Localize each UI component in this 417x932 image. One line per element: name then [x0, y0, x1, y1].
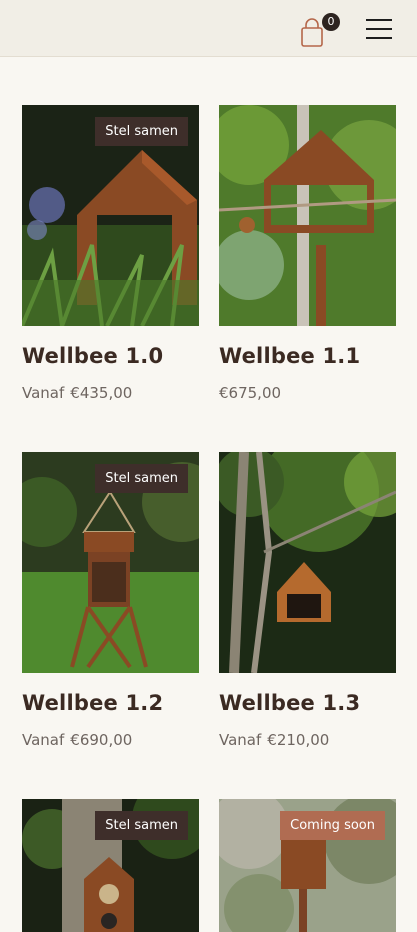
product-photo [219, 105, 396, 326]
product-title[interactable]: Wellbee 1.0 [22, 344, 200, 368]
build-your-own-badge: Stel samen [95, 464, 188, 493]
product-price: Vanaf €210,00 [219, 731, 397, 749]
product-price: Vanaf €690,00 [22, 731, 200, 749]
product-grid: Stel samen Wellbee 1.0 Vanaf €435,00 Well… [0, 0, 417, 932]
product-title[interactable]: Wellbee 1.2 [22, 691, 200, 715]
price-prefix: Vanaf [219, 731, 262, 749]
price-value: €210,00 [267, 731, 330, 749]
product-title[interactable]: Wellbee 1.1 [219, 344, 397, 368]
product-title[interactable]: Wellbee 1.3 [219, 691, 397, 715]
product-image[interactable]: Coming soon [219, 799, 396, 932]
product-image[interactable] [219, 105, 396, 326]
price-value: €675,00 [219, 384, 282, 402]
price-value: €690,00 [70, 731, 133, 749]
product-image[interactable]: Stel samen [22, 105, 199, 326]
product-card[interactable]: Wellbee 1.3 Vanaf €210,00 [219, 452, 397, 749]
product-price: Vanaf €435,00 [22, 384, 200, 402]
price-prefix: Vanaf [22, 384, 65, 402]
price-prefix: Vanaf [22, 731, 65, 749]
build-your-own-badge: Stel samen [95, 811, 188, 840]
build-your-own-badge: Stel samen [95, 117, 188, 146]
product-image[interactable]: Stel samen [22, 452, 199, 673]
product-image[interactable]: Stel samen [22, 799, 199, 932]
coming-soon-badge: Coming soon [280, 811, 385, 840]
product-card[interactable]: Stel samen Wellbee 1.0 Vanaf €435,00 [22, 105, 200, 402]
product-card[interactable]: Wellbee 1.1 €675,00 [219, 105, 397, 402]
product-card[interactable]: Coming soon [219, 799, 397, 932]
price-value: €435,00 [70, 384, 133, 402]
product-photo [219, 452, 396, 673]
product-image[interactable] [219, 452, 396, 673]
product-card[interactable]: Stel samen [22, 799, 200, 932]
product-price: €675,00 [219, 384, 397, 402]
product-card[interactable]: Stel samen Wellbee 1.2 Vanaf €690,00 [22, 452, 200, 749]
